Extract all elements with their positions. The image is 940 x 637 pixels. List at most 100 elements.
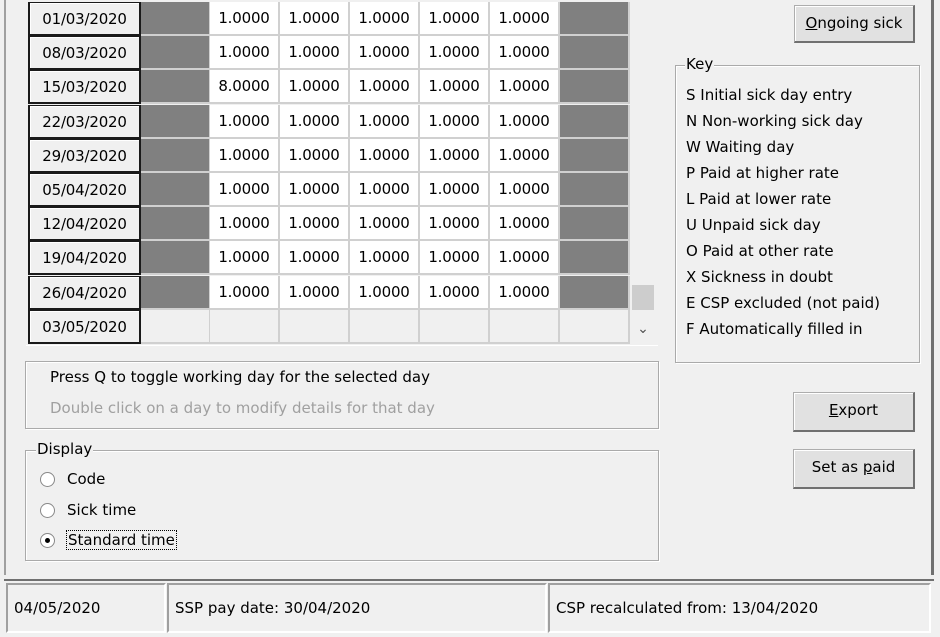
day-cell-empty[interactable] — [210, 309, 280, 344]
row-date-header[interactable]: 22/03/2020 — [28, 104, 141, 139]
day-cell[interactable]: 1.0000 — [280, 70, 350, 105]
set-as-paid-button[interactable]: Set as paid — [793, 449, 915, 489]
row-date-header[interactable]: 05/04/2020 — [28, 173, 141, 207]
day-cell[interactable]: 1.0000 — [420, 70, 490, 105]
day-cell-empty[interactable] — [420, 309, 490, 344]
day-cell[interactable]: 1.0000 — [490, 207, 560, 242]
table-row[interactable]: 08/03/2020 1.0000 1.0000 1.0000 1.0000 1.0000 — [26, 36, 658, 71]
day-cell[interactable]: 1.0000 — [490, 241, 560, 276]
day-cell[interactable]: 1.0000 — [420, 275, 490, 310]
row-date-header[interactable]: 03/05/2020 — [28, 309, 141, 344]
day-cell[interactable]: 1.0000 — [210, 138, 280, 173]
row-date-header[interactable]: 29/03/2020 — [28, 138, 141, 173]
row-date-header[interactable]: 01/03/2020 — [28, 2, 141, 36]
day-cell[interactable]: 1.0000 — [350, 104, 420, 139]
radio-standard-time-label[interactable]: Standard time — [66, 530, 177, 550]
day-cell-non-working[interactable] — [141, 173, 211, 207]
scroll-down-icon[interactable]: ⌄ — [632, 318, 654, 340]
day-cell[interactable]: 1.0000 — [490, 70, 560, 105]
day-cell[interactable]: 1.0000 — [420, 2, 490, 36]
day-cell[interactable]: 1.0000 — [350, 207, 420, 242]
day-cell[interactable]: 1.0000 — [210, 36, 280, 71]
day-cell[interactable]: 1.0000 — [350, 2, 420, 36]
day-cell-non-working[interactable] — [141, 241, 211, 276]
day-cell-non-working[interactable] — [141, 138, 211, 173]
day-cell[interactable]: 1.0000 — [280, 241, 350, 276]
day-cell-non-working[interactable] — [560, 2, 630, 36]
day-cell[interactable]: 8.0000 — [210, 70, 280, 105]
radio-code[interactable]: Code — [40, 470, 105, 488]
day-cell[interactable]: 1.0000 — [210, 2, 280, 36]
table-row[interactable]: 01/03/2020 1.0000 1.0000 1.0000 1.0000 1.0000 — [26, 2, 658, 36]
radio-standard-time[interactable]: Standard time — [40, 530, 177, 550]
day-cell[interactable]: 1.0000 — [420, 207, 490, 242]
day-cell[interactable]: 1.0000 — [350, 241, 420, 276]
day-cell[interactable]: 1.0000 — [280, 104, 350, 139]
day-cell[interactable]: 1.0000 — [280, 275, 350, 310]
export-button[interactable]: Export — [793, 392, 915, 432]
day-cell[interactable]: 1.0000 — [210, 207, 280, 242]
table-row[interactable]: 22/03/2020 1.0000 1.0000 1.0000 1.0000 1.0000 — [26, 104, 658, 139]
table-row[interactable]: 03/05/2020 — [26, 309, 658, 344]
day-cell[interactable]: 1.0000 — [490, 2, 560, 36]
day-cell[interactable]: 1.0000 — [210, 275, 280, 310]
table-row[interactable]: 05/04/2020 1.0000 1.0000 1.0000 1.0000 1.0000 — [26, 173, 658, 207]
day-cell[interactable]: 1.0000 — [420, 138, 490, 173]
day-cell[interactable]: 1.0000 — [350, 36, 420, 71]
day-cell-non-working[interactable] — [560, 104, 630, 139]
day-cell[interactable]: 1.0000 — [210, 173, 280, 207]
day-cell-empty[interactable] — [560, 309, 630, 344]
ongoing-sick-button[interactable]: Ongoing sick — [794, 5, 915, 43]
day-cell[interactable]: 1.0000 — [420, 104, 490, 139]
day-cell-non-working[interactable] — [141, 2, 211, 36]
day-cell-non-working[interactable] — [560, 173, 630, 207]
day-cell[interactable]: 1.0000 — [350, 70, 420, 105]
day-cell[interactable]: 1.0000 — [490, 275, 560, 310]
day-cell-non-working[interactable] — [560, 70, 630, 105]
radio-selected-icon[interactable] — [40, 532, 55, 548]
day-cell[interactable]: 1.0000 — [420, 36, 490, 71]
table-row[interactable]: 15/03/2020 8.0000 1.0000 1.0000 1.0000 1.0000 — [26, 70, 658, 105]
day-cell[interactable]: 1.0000 — [420, 173, 490, 207]
radio-sick-time[interactable]: Sick time — [40, 501, 136, 519]
day-cell[interactable]: 1.0000 — [280, 138, 350, 173]
day-cell[interactable]: 1.0000 — [490, 173, 560, 207]
day-cell-empty[interactable] — [490, 309, 560, 344]
table-row[interactable]: 12/04/2020 1.0000 1.0000 1.0000 1.0000 1.0000 — [26, 207, 658, 242]
day-cell-empty[interactable] — [141, 309, 211, 344]
row-date-header[interactable]: 15/03/2020 — [28, 70, 141, 105]
radio-code-label[interactable]: Code — [67, 470, 105, 488]
table-row[interactable]: 26/04/2020 1.0000 1.0000 1.0000 1.0000 1.0000 — [26, 275, 658, 310]
row-date-header[interactable]: 19/04/2020 — [28, 241, 141, 276]
row-date-header[interactable]: 12/04/2020 — [28, 207, 141, 242]
day-cell-non-working[interactable] — [560, 36, 630, 71]
row-date-header[interactable]: 26/04/2020 — [28, 275, 141, 310]
day-cell-non-working[interactable] — [141, 36, 211, 71]
day-cell[interactable]: 1.0000 — [490, 104, 560, 139]
day-cell-non-working[interactable] — [141, 207, 211, 242]
radio-circle-icon[interactable] — [40, 471, 55, 487]
day-cell[interactable]: 1.0000 — [490, 138, 560, 173]
day-cell[interactable]: 1.0000 — [490, 36, 560, 71]
row-date-header[interactable]: 08/03/2020 — [28, 36, 141, 71]
day-cell[interactable]: 1.0000 — [280, 173, 350, 207]
day-cell[interactable]: 1.0000 — [280, 207, 350, 242]
day-cell-empty[interactable] — [350, 309, 420, 344]
day-cell[interactable]: 1.0000 — [210, 241, 280, 276]
day-cell-non-working[interactable] — [141, 104, 211, 139]
day-cell-non-working[interactable] — [560, 275, 630, 310]
day-cell[interactable]: 1.0000 — [420, 241, 490, 276]
day-cell[interactable]: 1.0000 — [210, 104, 280, 139]
day-cell[interactable]: 1.0000 — [350, 275, 420, 310]
day-cell-non-working[interactable] — [560, 207, 630, 242]
radio-sick-time-label[interactable]: Sick time — [67, 501, 136, 519]
day-cell[interactable]: 1.0000 — [280, 2, 350, 36]
day-cell-non-working[interactable] — [560, 241, 630, 276]
day-cell-non-working[interactable] — [141, 275, 211, 310]
day-cell-empty[interactable] — [280, 309, 350, 344]
day-cell[interactable]: 1.0000 — [280, 36, 350, 71]
table-row[interactable]: 29/03/2020 1.0000 1.0000 1.0000 1.0000 1.0000 — [26, 138, 658, 173]
sickness-calendar-grid[interactable]: 03/05/2020 26/04/2020 1.0000 1.0000 1.0000 1.… — [26, 0, 658, 346]
day-cell[interactable]: 1.0000 — [350, 173, 420, 207]
radio-circle-icon[interactable] — [40, 502, 55, 518]
